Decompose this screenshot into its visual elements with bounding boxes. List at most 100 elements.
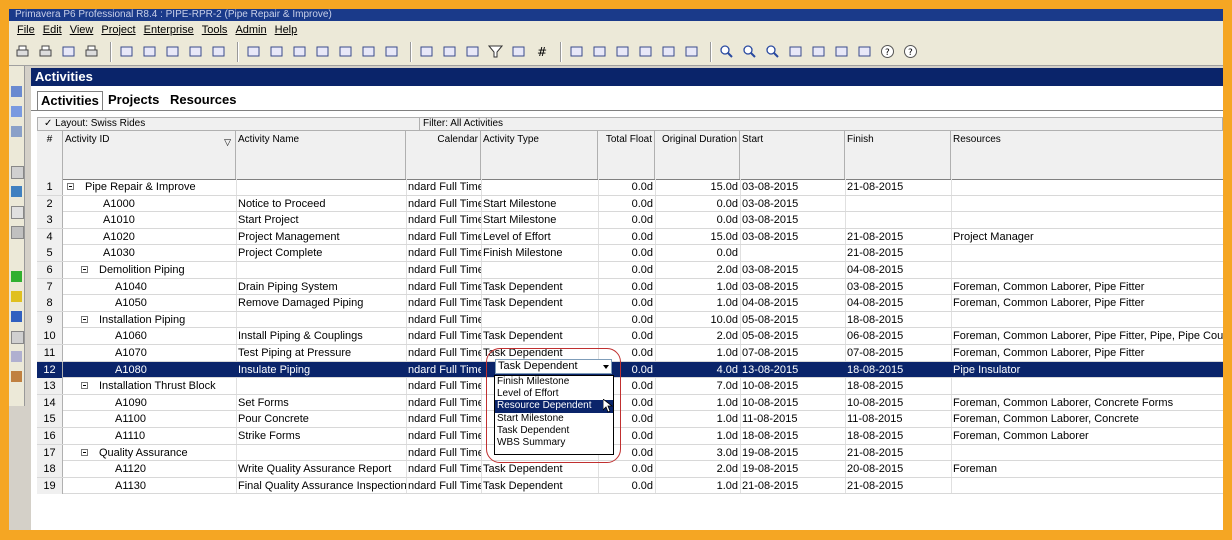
start-date[interactable]: 19-08-2015 (740, 445, 845, 461)
activity-type[interactable]: Task Dependent (481, 461, 598, 477)
activity-name[interactable]: Test Piping at Pressure (236, 345, 406, 361)
activity-type[interactable] (481, 179, 598, 195)
row-number[interactable]: 10 (37, 328, 63, 345)
progress-icon[interactable] (636, 43, 654, 61)
row-number[interactable]: 16 (37, 427, 63, 444)
original-duration[interactable]: 0.0d (655, 196, 740, 212)
start-date[interactable]: 18-08-2015 (740, 428, 845, 444)
col-activity-id[interactable]: Activity ID ▽ (63, 131, 236, 179)
original-duration[interactable]: 1.0d (655, 411, 740, 427)
original-duration[interactable]: 10.0d (655, 312, 740, 328)
total-float[interactable]: 0.0d (598, 461, 655, 477)
print-preview-icon[interactable] (36, 43, 54, 61)
filter-label[interactable]: Filter: All Activities (419, 118, 503, 130)
finish-date[interactable]: 21-08-2015 (845, 478, 951, 494)
start-date[interactable]: 03-08-2015 (740, 212, 845, 228)
row-number[interactable]: 1 (37, 179, 63, 195)
activity-id[interactable]: A1110 (115, 428, 236, 444)
activity-name[interactable]: Drain Piping System (236, 279, 406, 295)
level-icon[interactable] (590, 43, 608, 61)
original-duration[interactable]: 1.0d (655, 428, 740, 444)
start-date[interactable]: 04-08-2015 (740, 295, 845, 311)
resources[interactable] (951, 196, 1223, 212)
activity-type[interactable]: Finish Milestone (481, 245, 598, 261)
projects-dock-icon[interactable] (11, 86, 22, 97)
original-duration[interactable]: 4.0d (655, 362, 740, 378)
resources[interactable]: Foreman (951, 461, 1223, 477)
row-number[interactable]: 18 (37, 461, 63, 478)
baseline-icon[interactable] (682, 43, 700, 61)
start-date[interactable]: 10-08-2015 (740, 395, 845, 411)
calendar[interactable]: ndard Full Time (406, 328, 481, 344)
activity-row[interactable]: 8 A1050 Remove Damaged Piping ndard Full Ti… (37, 295, 1223, 312)
expand-icon[interactable] (809, 43, 827, 61)
resources[interactable] (951, 478, 1223, 494)
tab-projects[interactable]: Projects (105, 91, 162, 109)
start-date[interactable] (740, 245, 845, 261)
activity-id[interactable]: A1050 (115, 295, 236, 311)
collapse-icon[interactable] (67, 183, 74, 190)
activity-row[interactable]: 19 A1130 Final Quality Assurance Inspectio… (37, 477, 1223, 495)
start-date[interactable]: 07-08-2015 (740, 345, 845, 361)
menu-admin[interactable]: Admin (231, 24, 270, 36)
filter-alt-icon[interactable] (209, 43, 227, 61)
activity-id[interactable]: A1120 (115, 461, 236, 477)
wps-dock-icon[interactable] (11, 311, 22, 322)
activity-name[interactable]: Install Piping & Couplings (236, 328, 406, 344)
activity-row[interactable]: 4 A1020 Project Management ndard Full Time L… (37, 228, 1223, 246)
original-duration[interactable]: 3.0d (655, 445, 740, 461)
finish-date[interactable]: 21-08-2015 (845, 229, 951, 245)
activity-name[interactable]: Notice to Proceed (236, 196, 406, 212)
activity-id[interactable]: A1030 (103, 245, 236, 261)
dropdown-option[interactable]: Finish Milestone (495, 376, 613, 388)
store-period-icon[interactable] (659, 43, 677, 61)
help-icon[interactable]: ? (878, 43, 896, 61)
activity-id[interactable]: A1070 (115, 345, 236, 361)
zoom-in-icon[interactable] (717, 43, 735, 61)
resources[interactable] (951, 245, 1223, 261)
dropdown-option[interactable]: Level of Effort (495, 388, 613, 400)
dropdown-option[interactable]: Resource Dependent (495, 400, 613, 413)
split-icon[interactable] (832, 43, 850, 61)
total-float[interactable]: 0.0d (598, 196, 655, 212)
row-number[interactable]: 15 (37, 411, 63, 428)
original-duration[interactable]: 2.0d (655, 461, 740, 477)
activity-name[interactable]: Pour Concrete (236, 411, 406, 427)
original-duration[interactable]: 2.0d (655, 262, 740, 278)
resources[interactable] (951, 378, 1223, 394)
columns-icon[interactable] (163, 43, 181, 61)
col-num[interactable]: # (37, 131, 63, 179)
activity-row[interactable]: 11 A1070 Test Piping at Pressure ndard Full… (37, 344, 1223, 362)
issues-dock-icon[interactable] (11, 226, 24, 239)
details-icon[interactable] (244, 43, 262, 61)
activity-id[interactable]: A1080 (115, 362, 236, 378)
col-activity-name[interactable]: Activity Name (236, 131, 406, 179)
open-layout-icon[interactable] (140, 43, 158, 61)
zoom-out-icon[interactable] (740, 43, 758, 61)
layout-label[interactable]: ✓ Layout: Swiss Rides (44, 118, 145, 130)
original-duration[interactable]: 0.0d (655, 245, 740, 261)
menu-edit[interactable]: Edit (39, 24, 66, 36)
page-setup-icon[interactable] (59, 43, 77, 61)
activity-name[interactable]: Final Quality Assurance Inspection (236, 478, 406, 494)
activity-name[interactable] (236, 312, 406, 328)
original-duration[interactable]: 15.0d (655, 229, 740, 245)
row-number[interactable]: 7 (37, 278, 63, 295)
start-date[interactable]: 03-08-2015 (740, 229, 845, 245)
outdent-icon[interactable] (382, 43, 400, 61)
resources[interactable]: Foreman, Common Laborer, Pipe Fitter (951, 345, 1223, 361)
calendar[interactable]: ndard Full Time (406, 279, 481, 295)
finish-date[interactable]: 03-08-2015 (845, 279, 951, 295)
row-number[interactable]: 14 (37, 394, 63, 411)
original-duration[interactable]: 0.0d (655, 212, 740, 228)
start-date[interactable]: 03-08-2015 (740, 279, 845, 295)
col-original-duration[interactable]: Original Duration (655, 131, 740, 179)
activity-type[interactable]: Level of Effort (481, 229, 598, 245)
start-date[interactable]: 10-08-2015 (740, 378, 845, 394)
finish-date[interactable]: 06-08-2015 (845, 328, 951, 344)
activity-type[interactable]: Start Milestone (481, 196, 598, 212)
row-number[interactable]: 19 (37, 477, 63, 494)
add-activity-icon[interactable] (336, 43, 354, 61)
col-finish[interactable]: Finish (845, 131, 951, 179)
menu-enterprise[interactable]: Enterprise (140, 24, 198, 36)
